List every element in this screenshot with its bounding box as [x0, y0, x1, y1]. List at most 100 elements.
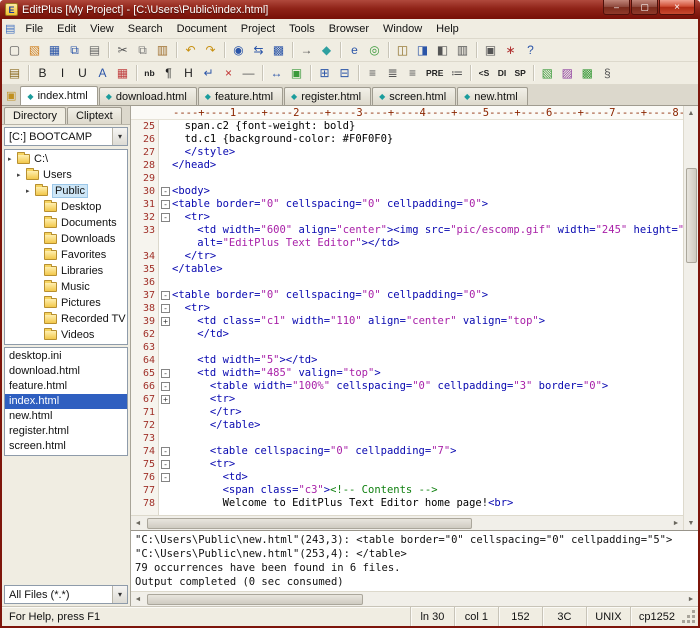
non-breaking-space-icon[interactable]: nb [141, 64, 158, 82]
menu-window[interactable]: Window [376, 20, 429, 38]
scroll-up-arrow-icon[interactable]: ▲ [684, 106, 698, 120]
file-item-download.html[interactable]: download.html [5, 364, 127, 379]
output-line[interactable]: "C:\Users\Public\new.html"(253,4): </tab… [135, 547, 694, 561]
output-line[interactable]: 79 occurrences have been found in 6 file… [135, 561, 694, 575]
menu-browser[interactable]: Browser [322, 20, 376, 38]
file-item-new.html[interactable]: new.html [5, 409, 127, 424]
tab-new.html[interactable]: ◆ new.html [457, 87, 528, 105]
scrollbar-track[interactable] [145, 517, 669, 529]
view-in-browser-icon[interactable]: ◎ [365, 41, 384, 59]
tab-index.html[interactable]: ◆ index.html [20, 86, 98, 105]
find-in-files-icon[interactable]: ▩ [269, 41, 288, 59]
cut-icon[interactable]: ✂ [113, 41, 132, 59]
editor-horizontal-scrollbar[interactable]: ◄ ► [131, 515, 683, 530]
div-tag-icon[interactable]: DI [493, 64, 510, 82]
tab-cliptext[interactable]: Cliptext [67, 107, 122, 124]
scrollbar-track[interactable] [145, 593, 684, 605]
document-list-icon[interactable]: ▥ [453, 41, 472, 59]
find-icon[interactable]: ◉ [229, 41, 248, 59]
script-tag-icon[interactable]: ▧ [538, 64, 557, 82]
file-item-desktop.ini[interactable]: desktop.ini [5, 349, 127, 364]
line-break-icon[interactable]: ↵ [199, 64, 218, 82]
fold-collapse-icon[interactable]: - [161, 447, 170, 456]
preformatted-icon[interactable]: PRE [423, 64, 446, 82]
print-icon[interactable]: ▤ [85, 41, 104, 59]
chevron-down-icon[interactable]: ▾ [112, 128, 127, 145]
scroll-right-arrow-icon[interactable]: ► [669, 516, 683, 530]
chevron-down-icon[interactable]: ▾ [112, 586, 127, 603]
status-pane-5[interactable]: cp1252 [629, 607, 683, 626]
editor-vertical-scrollbar[interactable]: ▲ ▼ [683, 106, 698, 530]
menu-project[interactable]: Project [234, 20, 282, 38]
directory-window-icon[interactable]: ◫ [393, 41, 412, 59]
tree-item-public[interactable]: ▸ Public [5, 183, 127, 199]
output-line[interactable]: Output completed (0 sec consumed) [135, 575, 694, 589]
status-pane-3[interactable]: 3C [541, 607, 586, 626]
font-icon[interactable]: A [93, 64, 112, 82]
style-tag-icon[interactable]: ▨ [558, 64, 577, 82]
fold-collapse-icon[interactable]: - [161, 187, 170, 196]
output-window-icon[interactable]: ◧ [433, 41, 452, 59]
ordered-list-icon[interactable]: ≔ [447, 64, 466, 82]
tree-item-downloads[interactable]: Downloads [5, 231, 127, 247]
tab-download.html[interactable]: ◆ download.html [98, 87, 197, 105]
file-filter-selector[interactable]: All Files (*.*) ▾ [4, 585, 128, 604]
tab-feature.html[interactable]: ◆ feature.html [197, 87, 284, 105]
scroll-left-arrow-icon[interactable]: ◄ [131, 592, 145, 606]
fold-collapse-icon[interactable]: - [161, 213, 170, 222]
status-pane-0[interactable]: ln 30 [409, 607, 454, 626]
browser-preview-icon[interactable]: e [345, 41, 364, 59]
menu-tools[interactable]: Tools [282, 20, 322, 38]
table-icon[interactable]: ⊞ [315, 64, 334, 82]
replace-icon[interactable]: ⇆ [249, 41, 268, 59]
menu-search[interactable]: Search [121, 20, 170, 38]
italic-icon[interactable]: I [53, 64, 72, 82]
save-file-icon[interactable]: ▦ [45, 41, 64, 59]
file-item-register.html[interactable]: register.html [5, 424, 127, 439]
tree-item-users[interactable]: ▸ Users [5, 167, 127, 183]
heading-icon[interactable]: H [179, 64, 198, 82]
expanded-arrow-icon[interactable]: ▸ [17, 171, 26, 179]
cliptext-window-icon[interactable]: ◨ [413, 41, 432, 59]
span-tag-icon[interactable]: SP [511, 64, 528, 82]
fold-collapse-icon[interactable]: - [161, 369, 170, 378]
underline-icon[interactable]: U [73, 64, 92, 82]
fold-collapse-icon[interactable]: - [161, 460, 170, 469]
file-item-index.html[interactable]: index.html [5, 394, 127, 409]
tree-item-documents[interactable]: Documents [5, 215, 127, 231]
fold-collapse-icon[interactable]: - [161, 473, 170, 482]
text-color-icon[interactable]: ▦ [113, 64, 132, 82]
open-file-icon[interactable]: ▧ [25, 41, 44, 59]
special-characters-icon[interactable]: § [598, 64, 617, 82]
output-horizontal-scrollbar[interactable]: ◄ ► [131, 591, 698, 606]
bold-icon[interactable]: B [33, 64, 52, 82]
paste-icon[interactable]: ▥ [153, 41, 172, 59]
horizontal-rule-icon[interactable]: — [239, 64, 258, 82]
tree-item-music[interactable]: Music [5, 279, 127, 295]
redo-icon[interactable]: ↷ [201, 41, 220, 59]
scrollbar-thumb[interactable] [147, 517, 472, 529]
status-pane-4[interactable]: UNIX [585, 607, 630, 626]
tree-item-desktop[interactable]: Desktop [5, 199, 127, 215]
table-row-icon[interactable]: ⊟ [335, 64, 354, 82]
file-item-screen.html[interactable]: screen.html [5, 439, 127, 454]
fold-collapse-icon[interactable]: - [161, 304, 170, 313]
expanded-arrow-icon[interactable]: ▸ [8, 155, 17, 163]
tree-item-pictures[interactable]: Pictures [5, 295, 127, 311]
tab-screen.html[interactable]: ◆ screen.html [372, 87, 457, 105]
strikethrough-icon[interactable]: <S [475, 64, 492, 82]
image-icon[interactable]: ▣ [287, 64, 306, 82]
code-area[interactable]: 25 span.c2 {font-weight: bold} 26 td.c1 {… [131, 120, 683, 515]
undo-icon[interactable]: ↶ [181, 41, 200, 59]
drive-selector[interactable]: [C:] BOOTCAMP ▾ [4, 127, 128, 146]
fold-expand-icon[interactable]: + [161, 395, 170, 404]
paragraph-icon[interactable]: ¶ [159, 64, 178, 82]
fold-collapse-icon[interactable]: - [161, 291, 170, 300]
tree-item-videos[interactable]: Videos [5, 327, 127, 343]
scroll-down-arrow-icon[interactable]: ▼ [684, 516, 698, 530]
align-left-icon[interactable]: ≡ [363, 64, 382, 82]
scrollbar-thumb[interactable] [147, 593, 363, 605]
document-selector-icon[interactable]: ▣ [6, 89, 16, 102]
tree-item-c-[interactable]: ▸ C:\ [5, 151, 127, 167]
scroll-left-arrow-icon[interactable]: ◄ [131, 516, 145, 530]
